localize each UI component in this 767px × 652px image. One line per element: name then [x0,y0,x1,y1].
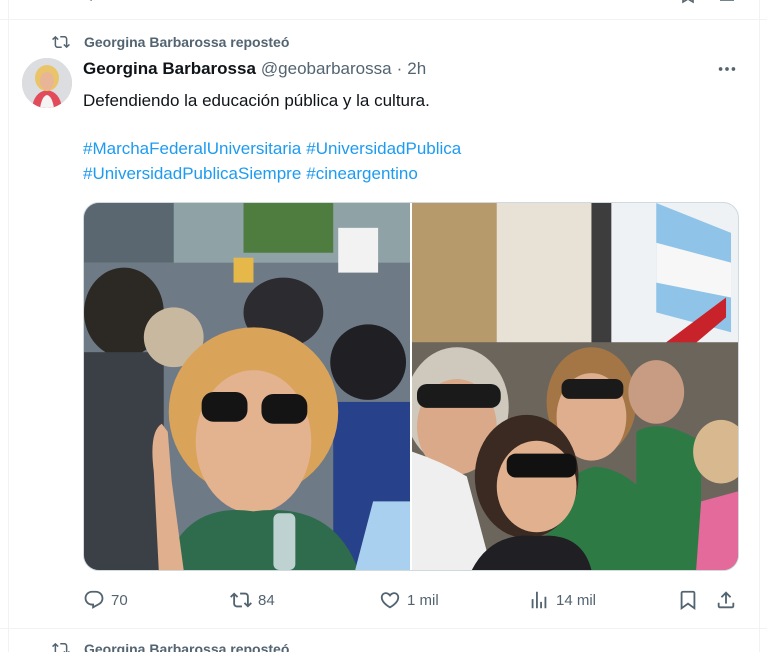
previous-like-icon[interactable] [386,0,396,4]
reply-button[interactable]: 70 [83,588,128,612]
views-count: 14 mil [556,591,597,609]
reply-count: 70 [111,591,128,609]
repost-indicator[interactable]: Georgina Barbarossa reposteó [52,33,289,51]
post-text: Defendiendo la educación pública y la cu… [83,91,430,110]
bookmark-button[interactable] [677,588,699,612]
next-repost-indicator[interactable]: Georgina Barbarossa reposteó [52,640,289,652]
hashtag-link[interactable]: #UniversidadPublicaSiempre [83,164,301,183]
photo-right[interactable] [412,203,738,570]
like-button[interactable]: 1 mil [379,588,439,612]
views-button[interactable]: 14 mil [528,588,596,612]
more-icon [718,67,736,71]
post-divider [0,628,767,629]
repost-button[interactable]: 84 [230,588,275,612]
author-handle[interactable]: @geobarbarossa [261,59,392,79]
photo-left[interactable] [84,203,410,570]
repost-icon [52,35,70,49]
heart-icon [380,592,400,609]
share-button[interactable] [715,588,737,612]
post-hashtags: #MarchaFederalUniversitaria #UniversidadP… [83,136,733,186]
bookmark-icon [680,590,696,611]
post-time[interactable]: 2h [407,59,426,79]
previous-share-icon[interactable] [718,0,736,4]
repost-label: Georgina Barbarossa reposteó [84,34,290,50]
like-count: 1 mil [407,591,439,609]
hashtag-link[interactable]: #UniversidadPublica [306,139,461,158]
more-button[interactable] [714,57,740,81]
avatar[interactable] [22,58,72,108]
previous-reply-icon[interactable] [86,0,98,4]
views-icon [531,591,547,609]
next-repost-label: Georgina Barbarossa reposteó [84,641,290,652]
repost-icon [230,592,252,608]
reply-icon [84,590,104,609]
repost-icon [52,642,70,652]
previous-bookmark-icon[interactable] [680,0,696,4]
author-name[interactable]: Georgina Barbarossa [83,59,256,79]
hashtag-link[interactable]: #MarchaFederalUniversitaria [83,139,301,158]
post-header: Georgina Barbarossa @geobarbarossa · 2h [83,59,426,79]
hashtag-link[interactable]: #cineargentino [306,164,418,183]
previous-views-icon[interactable] [530,0,548,4]
post-media [83,202,739,571]
header-separator: · [396,59,403,78]
post-actions: 70 84 1 mil 14 mil [83,588,739,612]
previous-post-bottom [0,0,767,20]
repost-count: 84 [258,591,275,609]
share-icon [717,591,735,609]
